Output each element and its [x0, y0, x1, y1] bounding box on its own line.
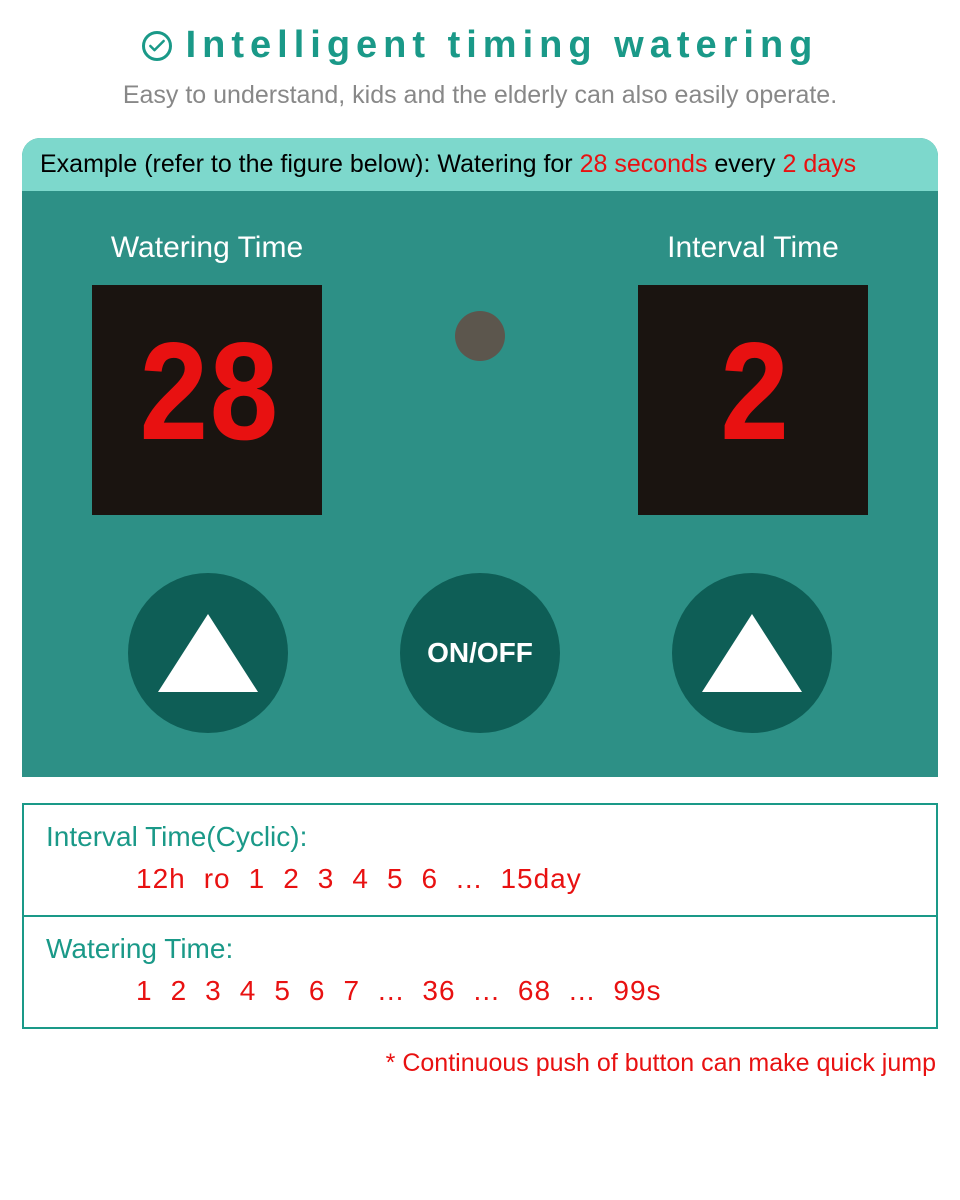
watering-display: Watering Time 28: [92, 231, 322, 515]
example-bar: Example (refer to the figure below): Wat…: [22, 138, 938, 191]
watering-info-values: 1234567...36...68...99s: [46, 975, 914, 1007]
watering-info-label: Watering Time:: [46, 933, 914, 965]
indicator-led-icon: [455, 311, 505, 361]
page-subtitle: Easy to understand, kids and the elderly…: [0, 81, 960, 110]
watering-up-button[interactable]: [128, 573, 288, 733]
buttons-row: ON/OFF: [22, 543, 938, 777]
interval-lcd: 2: [638, 285, 868, 515]
onoff-button[interactable]: ON/OFF: [400, 573, 560, 733]
interval-info-row: Interval Time(Cyclic): 12hro123456...15d…: [24, 805, 936, 915]
example-duration: 28 seconds: [580, 150, 708, 178]
displays-row: Watering Time 28 Interval Time 2: [22, 191, 938, 543]
header: Intelligent timing watering Easy to unde…: [0, 0, 960, 120]
example-mid: every: [707, 150, 782, 178]
watering-label: Watering Time: [92, 231, 322, 265]
triangle-up-icon: [158, 614, 258, 692]
interval-info-label: Interval Time(Cyclic):: [46, 821, 914, 853]
footnote: * Continuous push of button can make qui…: [24, 1049, 936, 1078]
watering-info-row: Watering Time: 1234567...36...68...99s: [24, 915, 936, 1027]
triangle-up-icon: [702, 614, 802, 692]
header-row: Intelligent timing watering: [0, 24, 960, 67]
watering-value: 28: [136, 318, 277, 483]
page-title: Intelligent timing watering: [186, 24, 819, 67]
interval-label: Interval Time: [638, 231, 868, 265]
interval-up-button[interactable]: [672, 573, 832, 733]
info-box: Interval Time(Cyclic): 12hro123456...15d…: [22, 803, 938, 1029]
device-panel: Example (refer to the figure below): Wat…: [22, 138, 938, 777]
interval-info-values: 12hro123456...15day: [46, 863, 914, 895]
onoff-label: ON/OFF: [427, 637, 533, 669]
watering-lcd: 28: [92, 285, 322, 515]
example-interval: 2 days: [782, 150, 856, 178]
interval-display: Interval Time 2: [638, 231, 868, 515]
check-circle-icon: [142, 31, 172, 61]
example-prefix: Example (refer to the figure below): Wat…: [40, 150, 580, 178]
interval-value: 2: [718, 318, 789, 483]
